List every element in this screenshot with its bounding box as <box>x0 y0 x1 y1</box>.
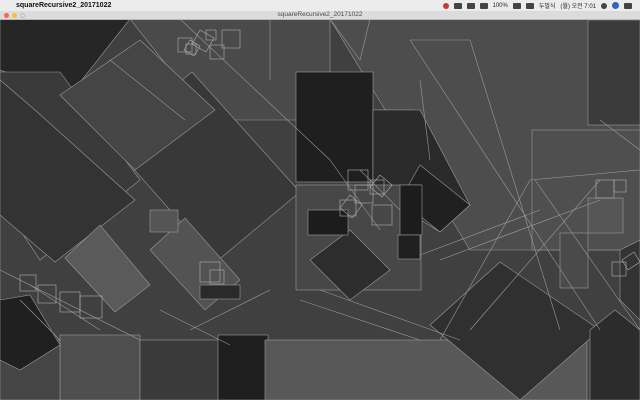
flag-icon[interactable] <box>525 2 534 9</box>
window-title: squareRecursive2_20171022 <box>277 11 363 18</box>
app-menu-name[interactable]: squareRecursive2_20171022 <box>16 2 111 9</box>
siri-icon[interactable] <box>612 2 619 9</box>
notification-icon[interactable] <box>624 2 632 9</box>
menu-bar: squareRecursive2_20171022 100% 두벌식 (월) 오… <box>0 0 640 11</box>
record-icon[interactable] <box>442 2 449 9</box>
search-icon[interactable] <box>601 2 607 9</box>
battery-icon[interactable] <box>512 2 521 9</box>
dropbox-icon[interactable] <box>453 2 462 9</box>
sketch-canvas[interactable] <box>0 19 640 400</box>
battery-percent[interactable]: 100% <box>493 3 508 9</box>
bluetooth-icon[interactable] <box>466 2 475 9</box>
wifi-icon[interactable] <box>479 2 488 9</box>
window-titlebar[interactable]: squareRecursive2_20171022 <box>0 11 640 20</box>
input-source[interactable]: 두벌식 <box>539 1 556 10</box>
clock[interactable]: (월) 오전 7:01 <box>560 1 596 10</box>
